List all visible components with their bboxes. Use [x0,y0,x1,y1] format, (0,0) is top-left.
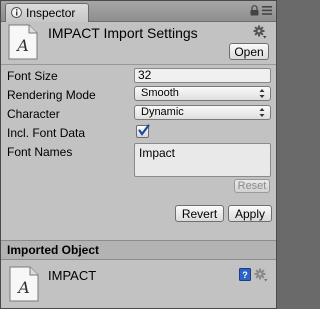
rendering-mode-dropdown[interactable]: Smooth [134,86,271,101]
imported-object-name: IMPACT [48,268,97,283]
character-dropdown[interactable]: Dynamic [134,105,271,120]
inspector-window: Inspector A IMPACT Import Settings Open … [0,0,277,309]
character-value: Dynamic [141,106,184,118]
imported-object-title: Imported Object [7,243,100,257]
help-book-icon[interactable]: ? [239,268,251,281]
incl-font-data-checkbox[interactable] [136,124,150,138]
apply-button[interactable]: Apply [228,205,272,222]
tab-inspector[interactable]: Inspector [5,3,89,22]
font-asset-icon: A [8,24,38,60]
tab-tools [250,5,272,16]
incl-font-data-label: Incl. Font Data [7,126,86,140]
inspector-icon [11,7,22,18]
svg-text:?: ? [242,270,248,280]
checkmark-icon [138,124,150,136]
tab-menu-icon[interactable] [262,6,272,15]
lock-icon[interactable] [250,5,259,16]
imported-object-panel: A IMPACT ? [1,260,276,308]
gear-icon[interactable] [254,268,268,282]
revert-button[interactable]: Revert [175,205,224,222]
header-divider [1,64,276,65]
font-size-field[interactable]: 32 [134,68,271,83]
font-asset-icon: A [9,266,39,302]
inspector-header: A IMPACT Import Settings Open [1,22,276,64]
rendering-mode-label: Rendering Mode [7,88,96,102]
page-title: IMPACT Import Settings [48,25,198,41]
open-button[interactable]: Open [229,43,269,60]
tab-bar: Inspector [1,1,276,22]
tab-label: Inspector [26,6,76,20]
svg-text:A: A [16,278,30,297]
dropdown-arrows-icon [259,89,265,98]
reset-button[interactable]: Reset [234,179,270,193]
dropdown-arrows-icon [259,108,265,117]
character-label: Character [7,107,60,121]
font-names-label: Font Names [7,145,73,159]
font-size-label: Font Size [7,69,58,83]
svg-text:A: A [15,36,29,55]
rendering-mode-value: Smooth [141,87,179,99]
gear-icon[interactable] [253,25,267,39]
font-names-field[interactable]: Impact [134,143,271,177]
imported-object-header: Imported Object [1,240,276,260]
